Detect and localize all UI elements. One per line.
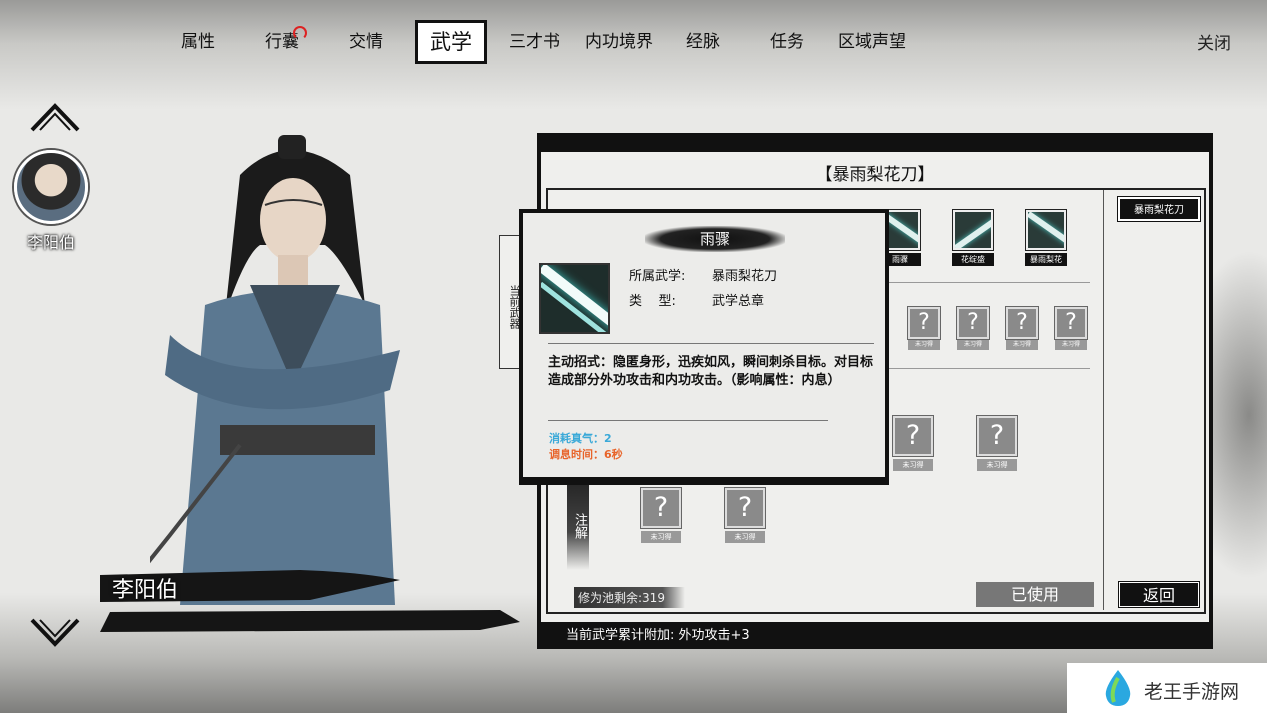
skill-tab-baoyu[interactable]: 暴雨梨花刀 <box>1117 196 1201 222</box>
tab-meridians[interactable]: 经脉 <box>686 20 720 64</box>
type-value: 武学总章 <box>712 294 765 309</box>
tab-reputation[interactable]: 区域声望 <box>838 20 906 64</box>
tab-sancai-book[interactable]: 三才书 <box>509 20 560 64</box>
watermark-text: 老王手游网 <box>1144 681 1240 703</box>
martial-art-value: 暴雨梨花刀 <box>712 269 778 284</box>
tab-attributes[interactable]: 属性 <box>181 20 215 64</box>
skill-icon-baoyulihua[interactable] <box>1025 209 1067 251</box>
martial-art-label: 所属武学: <box>629 269 686 284</box>
chevron-down-icon[interactable] <box>30 618 80 648</box>
locked-label: 未习得 <box>957 340 989 350</box>
avatar-name: 李阳伯 <box>26 233 75 252</box>
used-button[interactable]: 已使用 <box>976 582 1094 607</box>
locked-label: 未习得 <box>893 459 933 471</box>
notification-icon <box>293 26 307 40</box>
chevron-up-icon[interactable] <box>30 102 80 132</box>
tooltip-title: 雨骤 <box>645 226 785 252</box>
locked-label: 未习得 <box>977 459 1017 471</box>
skill-icon-huazhansheng[interactable] <box>952 209 994 251</box>
top-nav: 属性 行囊 交情 武学 三才书 内功境界 经脉 任务 区域声望 <box>0 20 1267 64</box>
skill-label: 花绽盛 <box>952 253 994 266</box>
tab-inner-realm[interactable]: 内功境界 <box>585 20 653 64</box>
locked-label: 未习得 <box>725 531 765 543</box>
locked-label: 未习得 <box>908 340 940 350</box>
blade-slash-icon <box>539 263 610 334</box>
water-drop-logo-icon <box>1105 670 1131 706</box>
skill-description: 主动招式：隐匿身形，迅疾如风，瞬间刺杀目标。对目标造成部分外功攻击和内功攻击。（… <box>548 355 874 388</box>
panel-title: 【暴雨梨花刀】 <box>815 165 935 185</box>
locked-label: 未习得 <box>1055 340 1087 350</box>
skill-label: 暴雨梨花 <box>1025 253 1067 266</box>
character-portrait <box>150 135 400 605</box>
locked-skill-slot[interactable]: ? <box>976 415 1018 457</box>
cultivation-pool: 修为池剩余:319 <box>574 587 685 608</box>
close-button[interactable]: 关闭 <box>1197 24 1231 64</box>
locked-skill-slot[interactable]: ? <box>724 487 766 529</box>
cooldown: 调息时间：6秒 <box>549 448 623 461</box>
avatar[interactable] <box>14 150 88 224</box>
tab-inventory[interactable]: 行囊 <box>265 20 299 64</box>
tab-quests[interactable]: 任务 <box>770 20 804 64</box>
character-name: 李阳伯 <box>112 578 179 603</box>
locked-skill-slot[interactable]: ? <box>640 487 682 529</box>
locked-skill-slot[interactable]: ? <box>907 306 941 340</box>
qi-cost: 消耗真气：2 <box>549 432 612 445</box>
tooltip-divider <box>548 420 828 421</box>
tab-martial-arts[interactable]: 武学 <box>415 20 487 64</box>
type-label: 类 型: <box>629 294 676 309</box>
locked-skill-slot[interactable]: ? <box>1005 306 1039 340</box>
locked-skill-slot[interactable]: ? <box>892 415 934 457</box>
tooltip-divider <box>548 343 874 344</box>
divider <box>1103 190 1104 610</box>
cumulative-bonus: 当前武学累计附加: 外功攻击+3 <box>566 628 750 643</box>
locked-skill-slot[interactable]: ? <box>956 306 990 340</box>
locked-label: 未习得 <box>641 531 681 543</box>
back-button[interactable]: 返回 <box>1118 581 1200 608</box>
tab-relations[interactable]: 交情 <box>349 20 383 64</box>
annotation-strip: 注解 <box>567 475 589 570</box>
locked-skill-slot[interactable]: ? <box>1054 306 1088 340</box>
locked-label: 未习得 <box>1006 340 1038 350</box>
